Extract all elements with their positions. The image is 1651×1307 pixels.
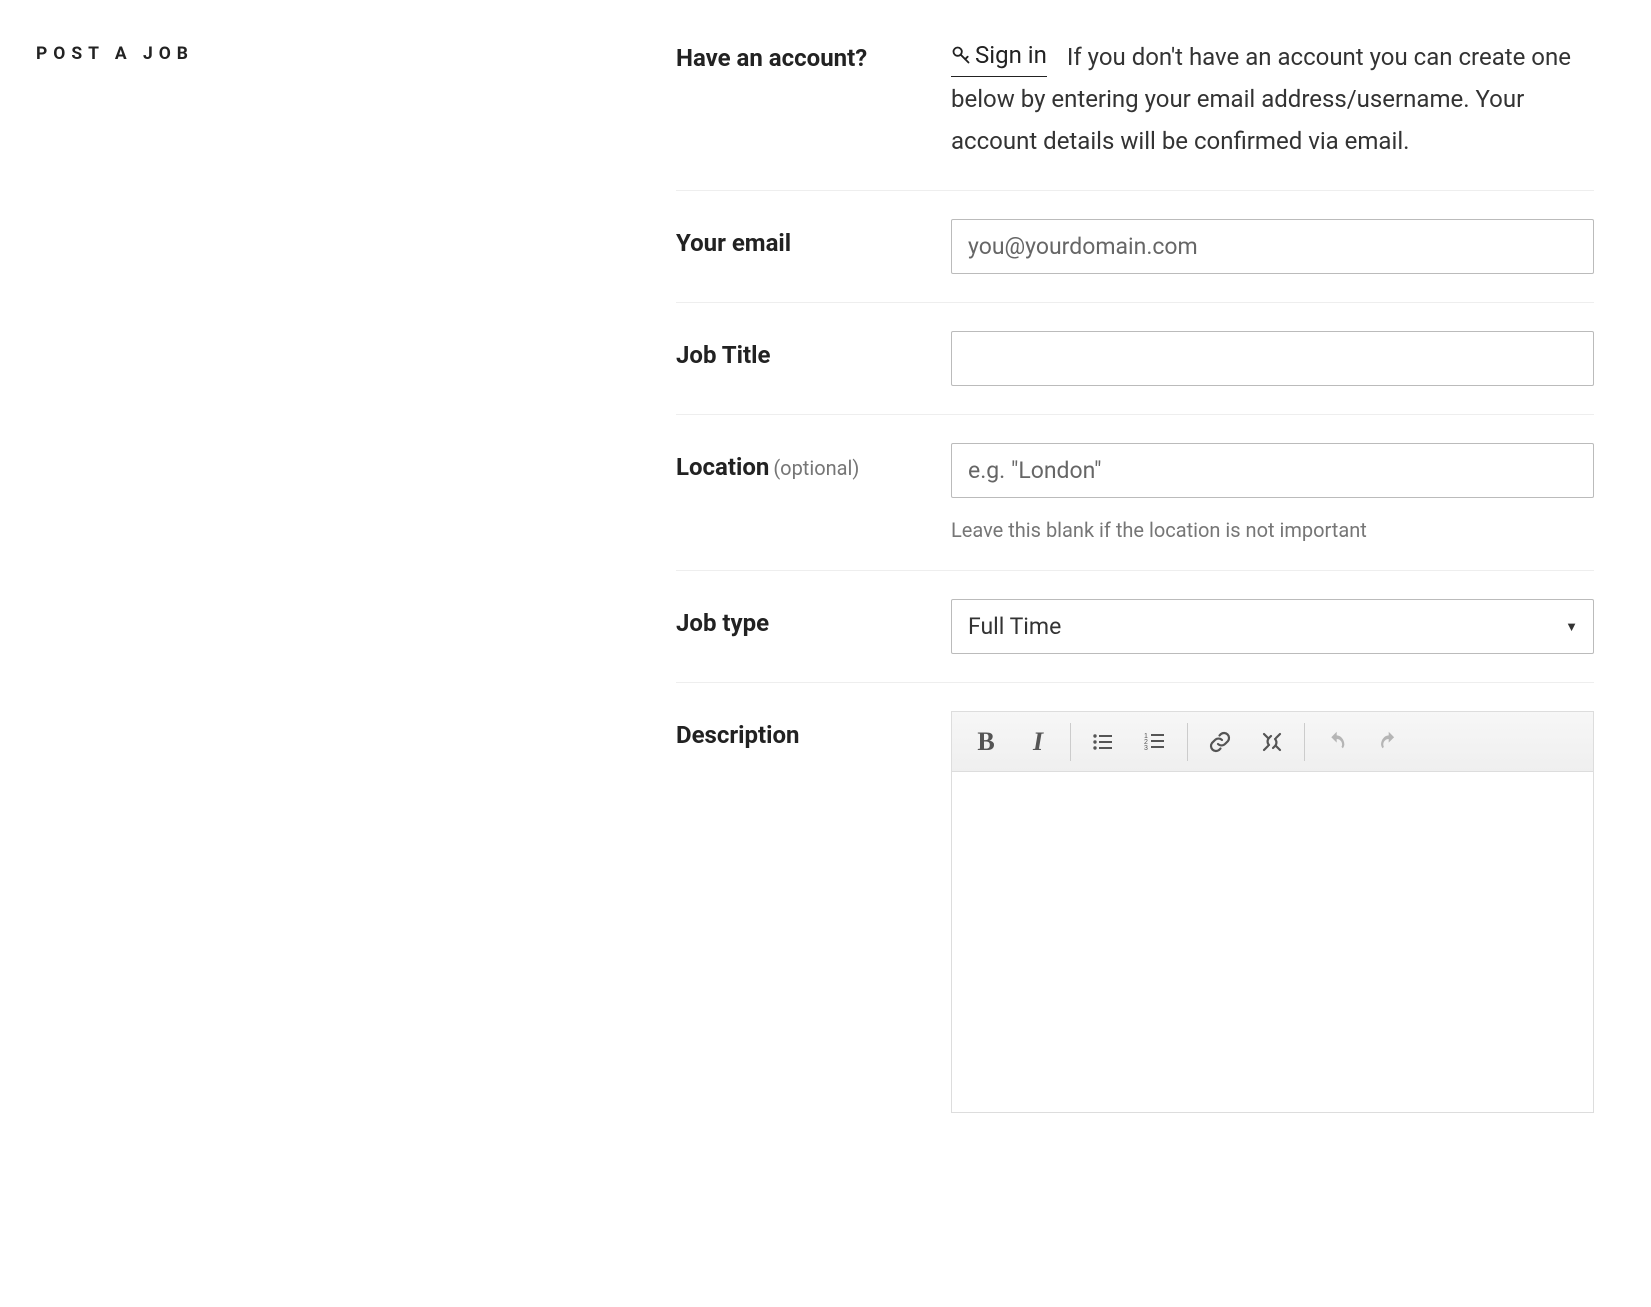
label-col-job-title: Job Title — [676, 331, 951, 369]
field-col-location: Leave this blank if the location is not … — [951, 443, 1594, 542]
editor-toolbar: B I — [952, 712, 1593, 772]
link-icon — [1208, 730, 1232, 754]
page-title: POST A JOB — [36, 30, 676, 64]
job-type-select-wrap: Full Time ▼ — [951, 599, 1594, 654]
email-input[interactable] — [951, 219, 1594, 274]
row-description: Description B I — [676, 683, 1594, 1141]
row-location: Location (optional) Leave this blank if … — [676, 415, 1594, 571]
toolbar-separator — [1070, 723, 1071, 761]
key-icon — [951, 45, 971, 65]
label-col-job-type: Job type — [676, 599, 951, 637]
field-col-account: Sign in If you don't have an account you… — [951, 34, 1594, 162]
bold-button[interactable]: B — [962, 720, 1010, 764]
bulleted-list-icon — [1091, 730, 1115, 754]
label-col-email: Your email — [676, 219, 951, 257]
job-type-label: Job type — [676, 609, 769, 637]
field-col-description: B I — [951, 711, 1594, 1113]
description-editor-body[interactable] — [952, 772, 1593, 1112]
row-job-type: Job type Full Time ▼ — [676, 571, 1594, 683]
description-label: Description — [676, 721, 800, 749]
undo-icon — [1325, 730, 1349, 754]
row-job-title: Job Title — [676, 303, 1594, 415]
toolbar-separator — [1187, 723, 1188, 761]
toolbar-separator — [1304, 723, 1305, 761]
page: POST A JOB Have an account? — [0, 0, 1651, 1171]
field-col-email — [951, 219, 1594, 274]
location-label: Location — [676, 453, 769, 481]
sign-in-link-text: Sign in — [975, 34, 1047, 76]
side-column: POST A JOB — [36, 30, 676, 64]
label-col-location: Location (optional) — [676, 443, 951, 481]
form-column: Have an account? Sign in If you don't — [676, 30, 1594, 1141]
account-text-block: Sign in If you don't have an account you… — [951, 34, 1594, 162]
two-column-layout: POST A JOB Have an account? — [36, 30, 1621, 1141]
label-col-account: Have an account? — [676, 34, 951, 72]
sign-in-link[interactable]: Sign in — [951, 34, 1047, 77]
field-col-job-type: Full Time ▼ — [951, 599, 1594, 654]
row-account: Have an account? Sign in If you don't — [676, 30, 1594, 191]
numbered-list-icon: 1 2 3 — [1143, 730, 1167, 754]
undo-button[interactable] — [1313, 720, 1361, 764]
italic-button[interactable]: I — [1014, 720, 1062, 764]
redo-icon — [1377, 730, 1401, 754]
job-type-select[interactable]: Full Time — [951, 599, 1594, 654]
location-input[interactable] — [951, 443, 1594, 498]
unlink-icon — [1260, 730, 1284, 754]
insert-link-button[interactable] — [1196, 720, 1244, 764]
rich-text-editor: B I — [951, 711, 1594, 1113]
numbered-list-button[interactable]: 1 2 3 — [1131, 720, 1179, 764]
field-col-job-title — [951, 331, 1594, 386]
job-title-input[interactable] — [951, 331, 1594, 386]
job-title-label: Job Title — [676, 341, 770, 369]
redo-button[interactable] — [1365, 720, 1413, 764]
account-label: Have an account? — [676, 44, 867, 72]
bulleted-list-button[interactable] — [1079, 720, 1127, 764]
location-hint: Leave this blank if the location is not … — [951, 518, 1594, 542]
remove-link-button[interactable] — [1248, 720, 1296, 764]
email-label: Your email — [676, 229, 791, 257]
svg-text:3: 3 — [1144, 745, 1148, 752]
location-optional-text: (optional) — [773, 456, 859, 480]
row-email: Your email — [676, 191, 1594, 303]
label-col-description: Description — [676, 711, 951, 749]
